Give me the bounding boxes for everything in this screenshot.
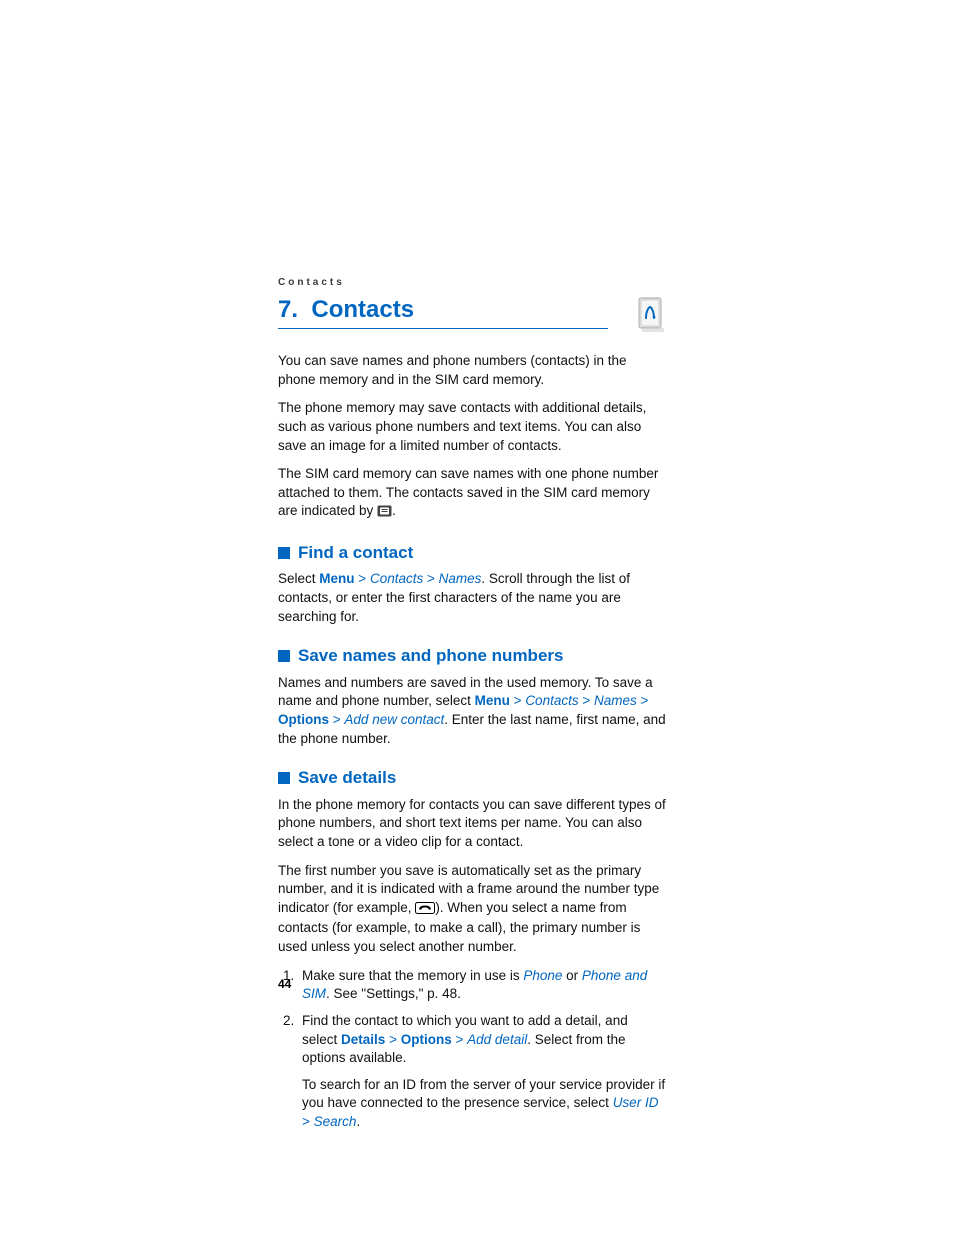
intro-paragraph-3: The SIM card memory can save names with … bbox=[278, 465, 666, 523]
menu-path-search: Search bbox=[314, 1114, 357, 1129]
contacts-app-icon bbox=[636, 296, 666, 334]
step-2: Find the contact to which you want to ad… bbox=[298, 1012, 666, 1132]
section-heading-save-details: Save details bbox=[278, 766, 666, 789]
save-details-steps: Make sure that the memory in use is Phon… bbox=[292, 967, 666, 1132]
find-contact-paragraph: Select Menu > Contacts > Names. Scroll t… bbox=[278, 570, 666, 626]
section-bullet-icon bbox=[278, 547, 290, 559]
phone-type-icon bbox=[415, 901, 435, 920]
menu-path-menu: Menu bbox=[475, 693, 510, 708]
section-title: Find a contact bbox=[298, 541, 413, 564]
section-bullet-icon bbox=[278, 772, 290, 784]
menu-path-contacts: Contacts bbox=[370, 571, 423, 586]
menu-path-menu: Menu bbox=[319, 571, 354, 586]
page-number: 44 bbox=[278, 977, 291, 991]
chapter-name: Contacts bbox=[311, 296, 414, 323]
section-title: Save details bbox=[298, 766, 396, 789]
manual-page: Contacts 7. Contacts You can save names … bbox=[0, 0, 954, 1235]
step-2-sub: To search for an ID from the server of y… bbox=[302, 1076, 666, 1132]
sim-card-icon bbox=[377, 504, 392, 523]
menu-path-details: Details bbox=[341, 1032, 385, 1047]
section-bullet-icon bbox=[278, 650, 290, 662]
section-heading-save-names: Save names and phone numbers bbox=[278, 644, 666, 667]
save-names-paragraph: Names and numbers are saved in the used … bbox=[278, 674, 666, 749]
body-content: You can save names and phone numbers (co… bbox=[278, 352, 666, 1132]
menu-path-names: Names bbox=[594, 693, 637, 708]
menu-path-options: Options bbox=[401, 1032, 452, 1047]
menu-path-names: Names bbox=[439, 571, 482, 586]
save-details-paragraph-1: In the phone memory for contacts you can… bbox=[278, 796, 666, 852]
save-details-paragraph-2: The first number you save is automatical… bbox=[278, 862, 666, 957]
menu-path-options: Options bbox=[278, 712, 329, 727]
section-heading-find: Find a contact bbox=[278, 541, 666, 564]
section-title: Save names and phone numbers bbox=[298, 644, 563, 667]
running-head: Contacts bbox=[278, 277, 345, 288]
chapter-number: 7. bbox=[278, 296, 298, 323]
menu-path-add-new-contact: Add new contact bbox=[344, 712, 444, 727]
option-phone: Phone bbox=[523, 968, 562, 983]
chapter-title: 7. Contacts bbox=[278, 296, 608, 329]
intro-paragraph-2: The phone memory may save contacts with … bbox=[278, 399, 666, 455]
menu-path-add-detail: Add detail bbox=[467, 1032, 527, 1047]
menu-path-user-id: User ID bbox=[613, 1095, 659, 1110]
intro-paragraph-1: You can save names and phone numbers (co… bbox=[278, 352, 666, 389]
step-1: Make sure that the memory in use is Phon… bbox=[298, 967, 666, 1004]
menu-path-contacts: Contacts bbox=[525, 693, 578, 708]
chapter-header-row: 7. Contacts bbox=[278, 296, 666, 334]
